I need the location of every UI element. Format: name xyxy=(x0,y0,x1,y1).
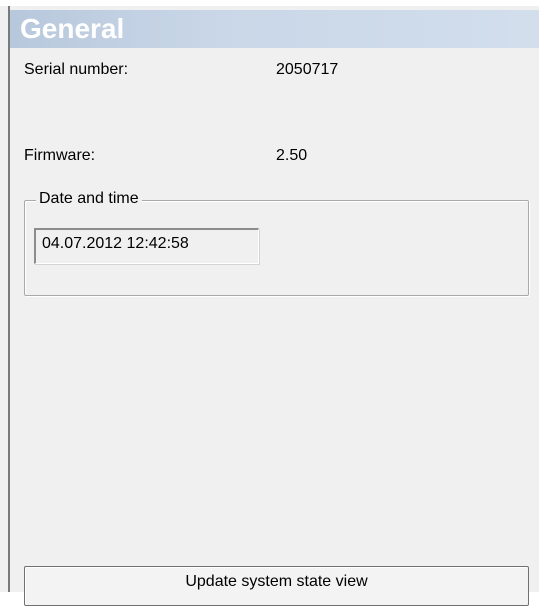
serial-number-label: Serial number: xyxy=(24,61,129,78)
section-header: General xyxy=(10,10,539,48)
firmware-label: Firmware: xyxy=(24,147,96,164)
update-system-state-label: Update system state view xyxy=(185,573,368,590)
section-title: General xyxy=(20,13,125,44)
firmware-value: 2.50 xyxy=(276,147,308,164)
panel-left-border xyxy=(8,6,10,592)
date-time-field[interactable]: 04.07.2012 12:42:58 xyxy=(34,228,259,264)
date-time-value: 04.07.2012 12:42:58 xyxy=(42,235,189,252)
panel-top-edge xyxy=(0,0,542,6)
update-system-state-button[interactable]: Update system state view xyxy=(24,566,529,606)
general-panel: General Serial number: 2050717 Firmware:… xyxy=(0,0,542,606)
serial-number-value: 2050717 xyxy=(276,61,339,78)
date-time-legend: Date and time xyxy=(36,190,142,208)
